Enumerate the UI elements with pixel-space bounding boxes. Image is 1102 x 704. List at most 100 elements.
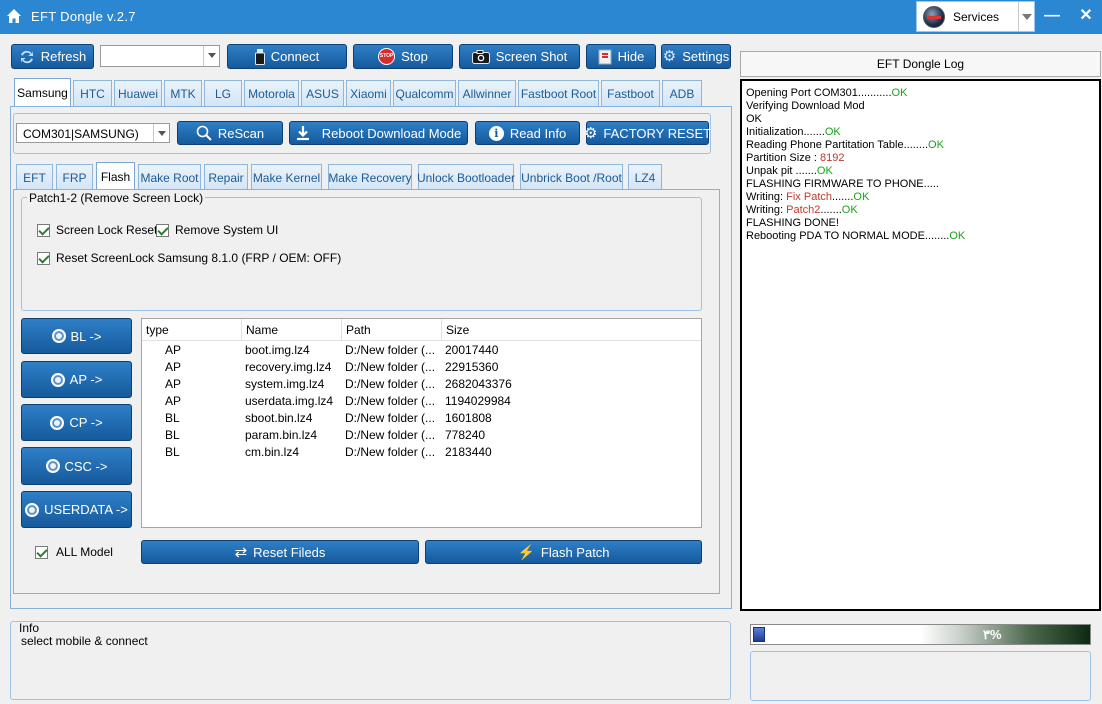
log-status-ok: OK (824, 126, 841, 138)
tab-motorola[interactable]: Motorola (244, 80, 299, 106)
stop-button[interactable]: STOP Stop (353, 44, 453, 69)
cp-button[interactable]: CP -> (21, 404, 132, 441)
log-text: Verifying Download Mod (746, 100, 865, 112)
tab-lz4[interactable]: LZ4 (628, 164, 662, 190)
flash-patch-button[interactable]: ⚡ Flash Patch (425, 540, 702, 564)
chevron-down-icon[interactable] (203, 46, 219, 66)
reset-screenlock-samsung-checkbox[interactable]: Reset ScreenLock Samsung 8.1.0 (FRP / OE… (37, 251, 341, 265)
tab-make-root[interactable]: Make Root (138, 164, 201, 190)
services-dropdown[interactable]: Services (916, 1, 1035, 32)
table-row[interactable]: AP system.img.lz4 D:/New folder (... 268… (142, 376, 701, 393)
tab-allwinner[interactable]: Allwinner (458, 80, 516, 106)
port-combo[interactable] (100, 45, 220, 67)
cell-path: D:/New folder (... (345, 360, 436, 374)
chevron-down-icon[interactable] (1022, 14, 1032, 20)
tab-htc[interactable]: HTC (73, 80, 112, 106)
tab-adb[interactable]: ADB (662, 80, 702, 106)
log-text: FLASHING DONE! (746, 217, 839, 229)
port-select[interactable]: COM301|SAMSUNG) (16, 123, 170, 143)
tab-fastboot[interactable]: Fastboot (601, 80, 660, 106)
userdata-button[interactable]: USERDATA -> (21, 491, 132, 528)
tab-frp[interactable]: FRP (56, 164, 93, 190)
cell-type: BL (165, 445, 180, 459)
read-info-button[interactable]: i Read Info (475, 121, 580, 145)
file-table-header: type Name Path Size (142, 319, 701, 341)
table-row[interactable]: BL param.bin.lz4 D:/New folder (... 7782… (142, 427, 701, 444)
file-table[interactable]: type Name Path Size AP boot.img.lz4 D:/N… (141, 318, 702, 528)
remove-system-ui-checkbox[interactable]: Remove System UI (156, 223, 278, 237)
tab-flash[interactable]: Flash (96, 162, 135, 190)
all-model-checkbox[interactable]: ALL Model (35, 545, 113, 559)
bl-button-label: BL -> (70, 328, 102, 344)
cell-type: BL (165, 411, 180, 425)
log-value: Patch2 (786, 204, 821, 216)
connect-button[interactable]: Connect (227, 44, 347, 69)
column-header-name[interactable]: Name (242, 319, 342, 341)
chevron-down-icon[interactable] (153, 124, 169, 142)
factory-reset-button[interactable]: ⚙ FACTORY RESET (584, 121, 711, 145)
cell-name: cm.bin.lz4 (245, 445, 300, 459)
tab-xiaomi[interactable]: Xiaomi (346, 80, 391, 106)
reboot-download-button[interactable]: Reboot Download Mode (289, 121, 468, 145)
check-icon[interactable] (37, 251, 50, 265)
screenshot-button[interactable]: Screen Shot (459, 44, 580, 69)
minimize-button[interactable]: — (1041, 6, 1063, 28)
tab-unlock-bootloader[interactable]: Unlock Bootloader (417, 164, 515, 190)
ap-button[interactable]: AP -> (21, 361, 132, 398)
tab-make-recovery[interactable]: Make Recovery (328, 164, 412, 190)
tab-qualcomm[interactable]: Qualcomm (393, 80, 456, 106)
settings-button[interactable]: ⚙ Settings (661, 44, 731, 69)
check-icon[interactable] (35, 545, 48, 559)
close-button[interactable]: ✕ (1075, 6, 1097, 28)
check-icon[interactable] (37, 223, 50, 237)
column-header-path[interactable]: Path (342, 319, 442, 341)
flash-patch-label: Flash Patch (540, 544, 610, 560)
port-select-value: COM301|SAMSUNG) (23, 127, 139, 141)
reset-fields-button[interactable]: ⇄ Reset Fileds (141, 540, 419, 564)
log-text: ....... (820, 204, 842, 216)
column-header-type[interactable]: type (142, 319, 242, 341)
cell-size: 20017440 (445, 343, 499, 357)
rescan-button[interactable]: ReScan (177, 121, 283, 145)
table-row[interactable]: AP recovery.img.lz4 D:/New folder (... 2… (142, 359, 701, 376)
stop-sign-icon: STOP (378, 48, 396, 65)
table-row[interactable]: BL sboot.bin.lz4 D:/New folder (... 1601… (142, 410, 701, 427)
patch-group-title: Patch1-2 (Remove Screen Lock) (27, 191, 206, 205)
cell-size: 1601808 (445, 411, 492, 425)
csc-button[interactable]: CSC -> (21, 447, 132, 485)
tab-lg[interactable]: LG (204, 80, 242, 106)
info-icon: i (488, 125, 504, 141)
usb-drive-icon (254, 48, 265, 65)
log-text: Rebooting PDA TO NORMAL MODE........ (746, 230, 950, 242)
download-icon (296, 126, 309, 141)
tab-make-kernel[interactable]: Make Kernel (251, 164, 322, 190)
tab-repair[interactable]: Repair (204, 164, 248, 190)
cp-button-label: CP -> (69, 415, 103, 430)
hide-button[interactable]: Hide (586, 44, 656, 69)
table-row[interactable]: AP boot.img.lz4 D:/New folder (... 20017… (142, 342, 701, 359)
check-icon[interactable] (156, 223, 169, 237)
tab-eft[interactable]: EFT (16, 164, 53, 190)
disc-icon (50, 372, 65, 387)
connect-label: Connect (270, 49, 320, 64)
table-row[interactable]: AP userdata.img.lz4 D:/New folder (... 1… (142, 393, 701, 410)
tab-asus[interactable]: ASUS (301, 80, 344, 106)
cell-path: D:/New folder (... (345, 428, 436, 442)
tab-samsung[interactable]: Samsung (14, 78, 71, 106)
bl-button[interactable]: BL -> (21, 318, 132, 354)
reboot-download-label: Reboot Download Mode (321, 125, 462, 141)
tab-mtk[interactable]: MTK (164, 80, 202, 106)
refresh-button[interactable]: Refresh (11, 44, 94, 69)
cell-path: D:/New folder (... (345, 377, 436, 391)
tab-fastboot-root[interactable]: Fastboot Root (518, 80, 599, 106)
stop-label: Stop (401, 49, 428, 64)
disc-icon (45, 459, 60, 473)
log-output[interactable]: Opening Port COM301...........OK Verifyin… (740, 79, 1101, 611)
column-header-size[interactable]: Size (442, 319, 701, 341)
log-line: Reading Phone Partitation Table........O… (746, 139, 1099, 152)
table-row[interactable]: BL cm.bin.lz4 D:/New folder (... 2183440 (142, 444, 701, 461)
tab-unbrick-boot-root[interactable]: Unbrick Boot /Root (520, 164, 623, 190)
tab-huawei[interactable]: Huawei (114, 80, 162, 106)
cell-name: boot.img.lz4 (245, 343, 310, 357)
screen-lock-reset-checkbox[interactable]: Screen Lock Reset (37, 223, 157, 237)
